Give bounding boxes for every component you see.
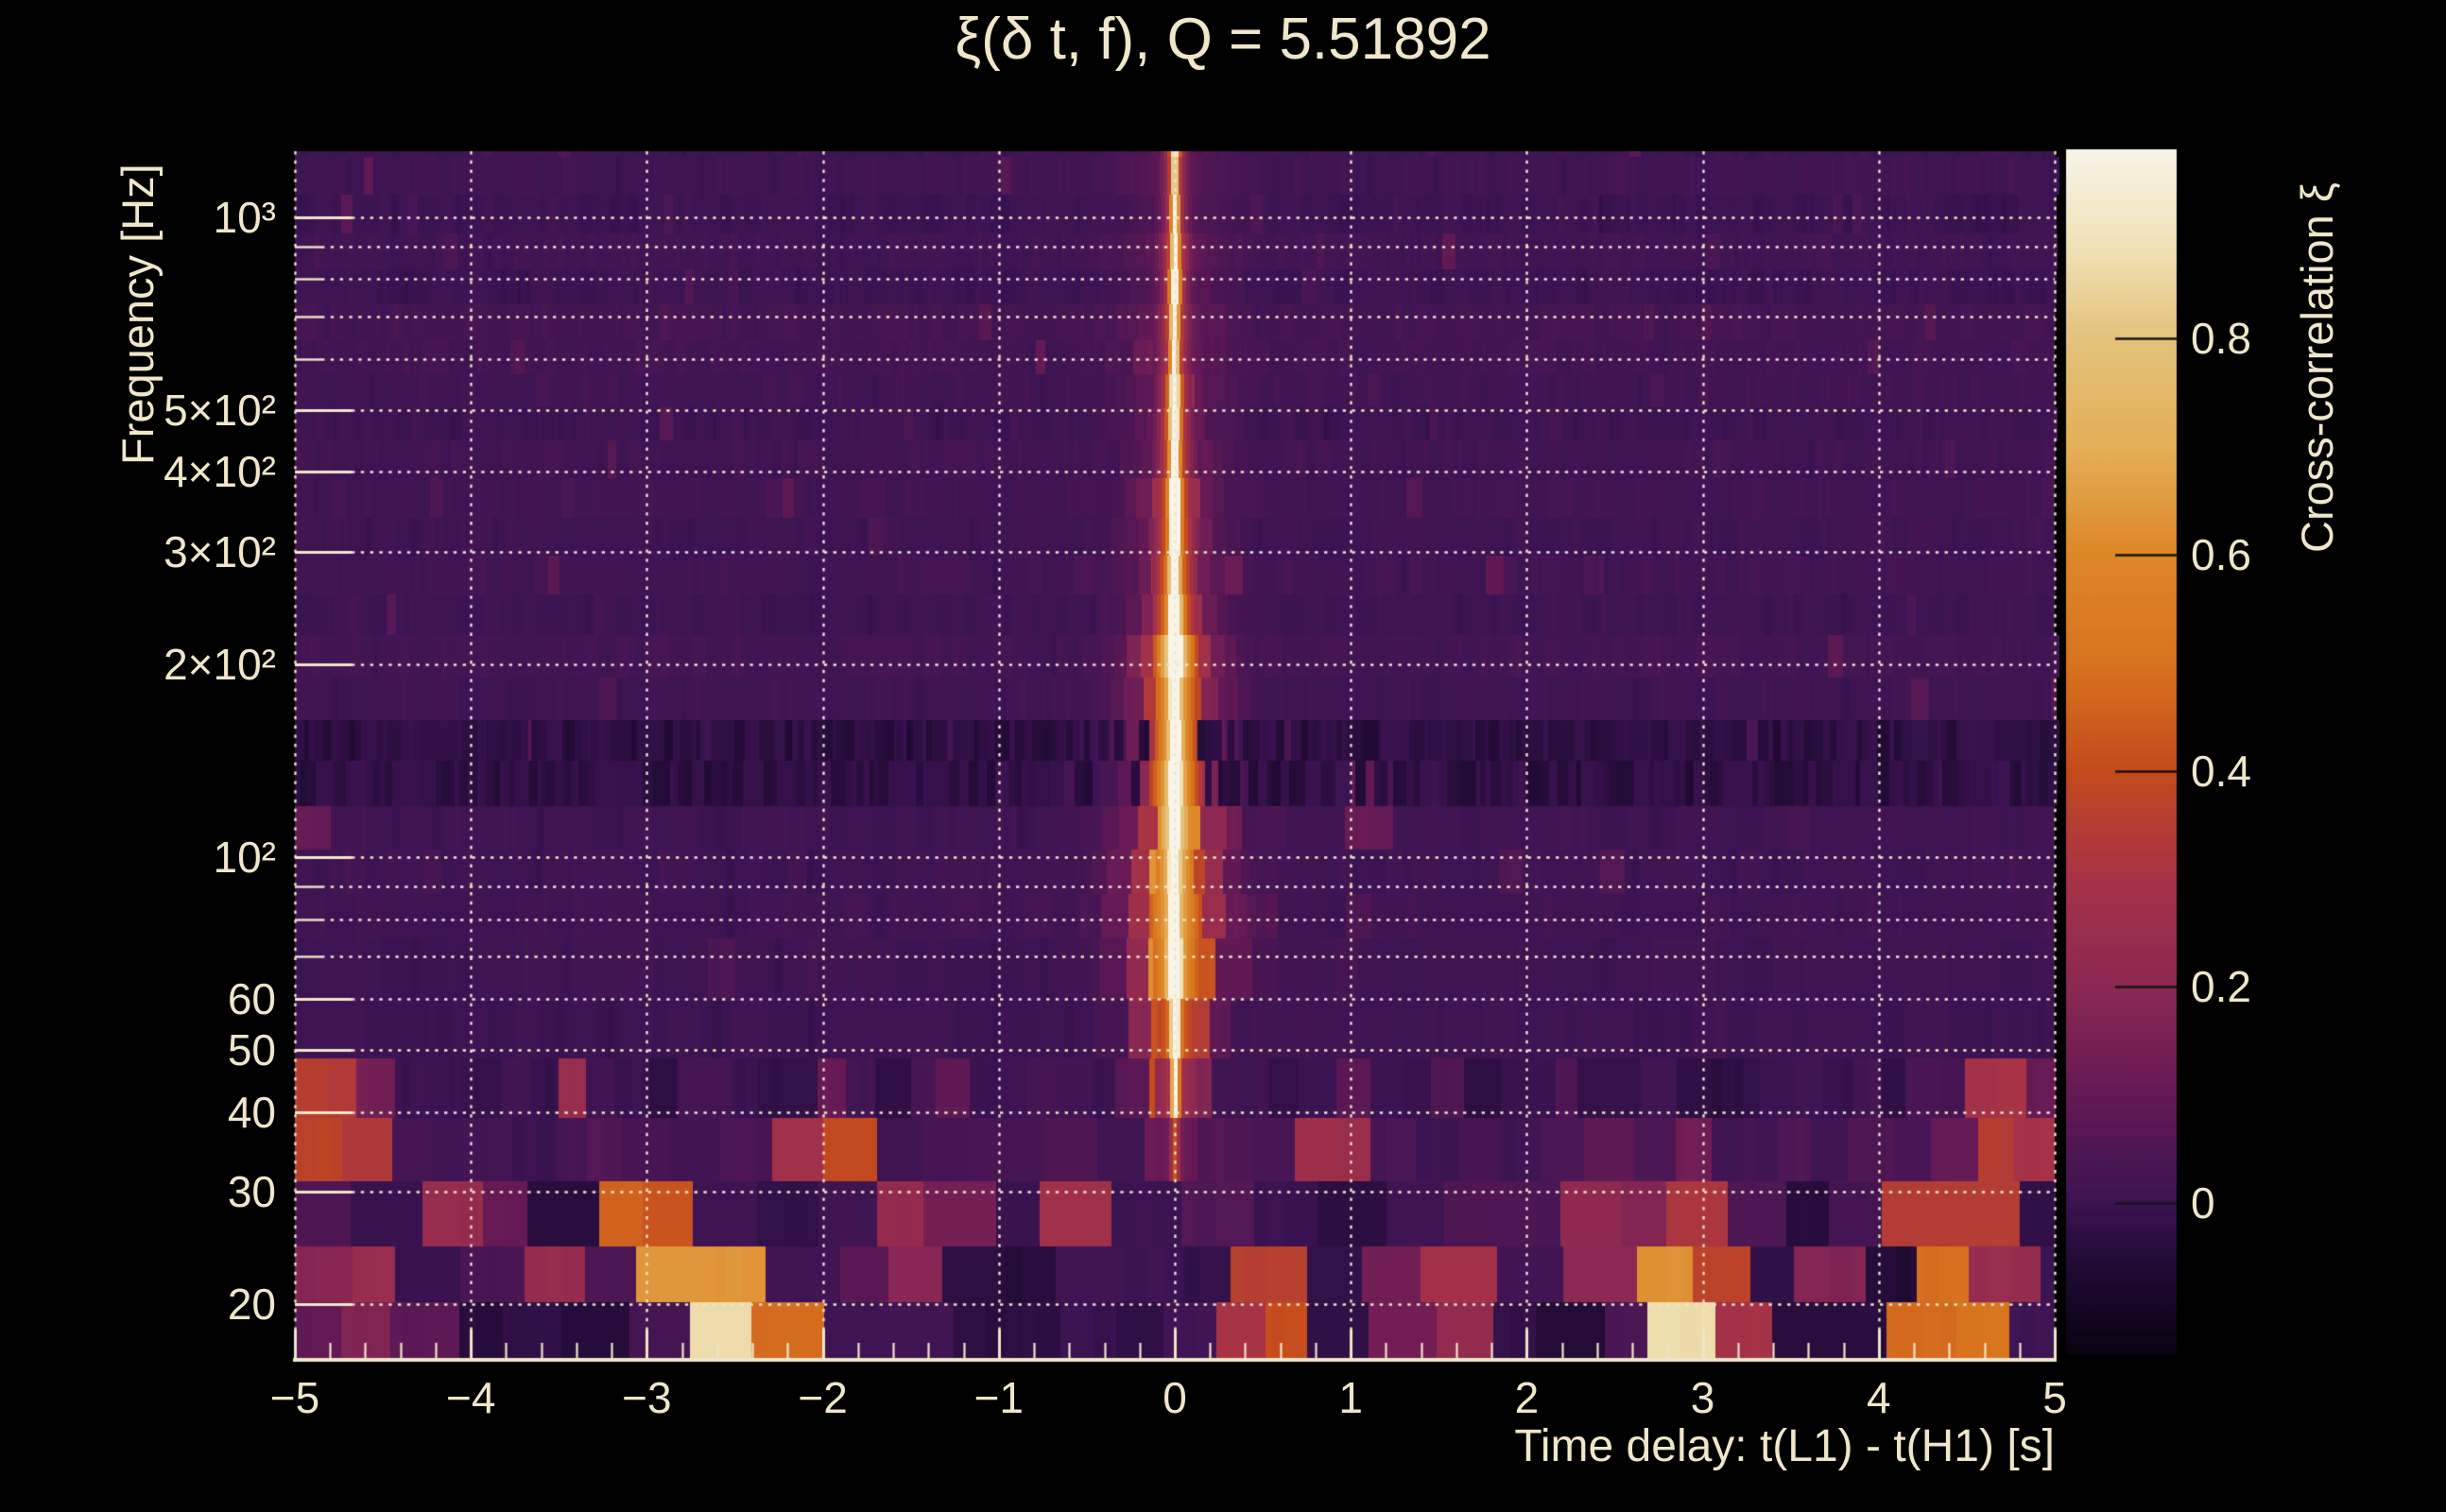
y-tick-label: 20 <box>0 1279 276 1330</box>
x-tick-label: 4 <box>1867 1372 1891 1423</box>
chart-title: ξ(δ t, f), Q = 5.51892 <box>0 6 2446 73</box>
y-tick-label: 30 <box>0 1166 276 1217</box>
y-tick-label: 10² <box>0 832 276 883</box>
x-tick-label: −2 <box>798 1372 847 1423</box>
colorbar-tick-label: 0.8 <box>2191 313 2251 364</box>
x-tick-label: 0 <box>1163 1372 1187 1423</box>
x-tick-label: 5 <box>2042 1372 2067 1423</box>
figure: ξ(δ t, f), Q = 5.51892 Time delay: t(L1)… <box>0 0 2446 1512</box>
y-tick-label: 50 <box>0 1024 276 1075</box>
x-tick-label: −4 <box>446 1372 495 1423</box>
y-tick-label: 3×10² <box>0 526 276 577</box>
y-tick-label: 4×10² <box>0 446 276 497</box>
colorbar-title: Cross-correlation ξ <box>2291 182 2343 553</box>
colorbar-tick-label: 0.2 <box>2191 961 2251 1012</box>
x-tick-label: −1 <box>974 1372 1024 1423</box>
y-tick-label: 40 <box>0 1087 276 1138</box>
y-tick-label: 5×10² <box>0 385 276 436</box>
y-tick-label: 60 <box>0 973 276 1024</box>
colorbar-tick-label: 0.6 <box>2191 529 2251 580</box>
x-tick-label: 1 <box>1338 1372 1363 1423</box>
x-tick-label: −3 <box>622 1372 671 1423</box>
x-tick-label: −5 <box>270 1372 319 1423</box>
heatmap-canvas <box>0 0 2446 1512</box>
x-tick-label: 3 <box>1691 1372 1715 1423</box>
y-tick-label: 10³ <box>0 192 276 243</box>
y-tick-label: 2×10² <box>0 639 276 690</box>
x-axis-title: Time delay: t(L1) - t(H1) [s] <box>1514 1420 2055 1472</box>
colorbar-tick-label: 0.4 <box>2191 746 2251 797</box>
x-tick-label: 2 <box>1515 1372 1540 1423</box>
colorbar-tick-label: 0 <box>2191 1177 2215 1228</box>
